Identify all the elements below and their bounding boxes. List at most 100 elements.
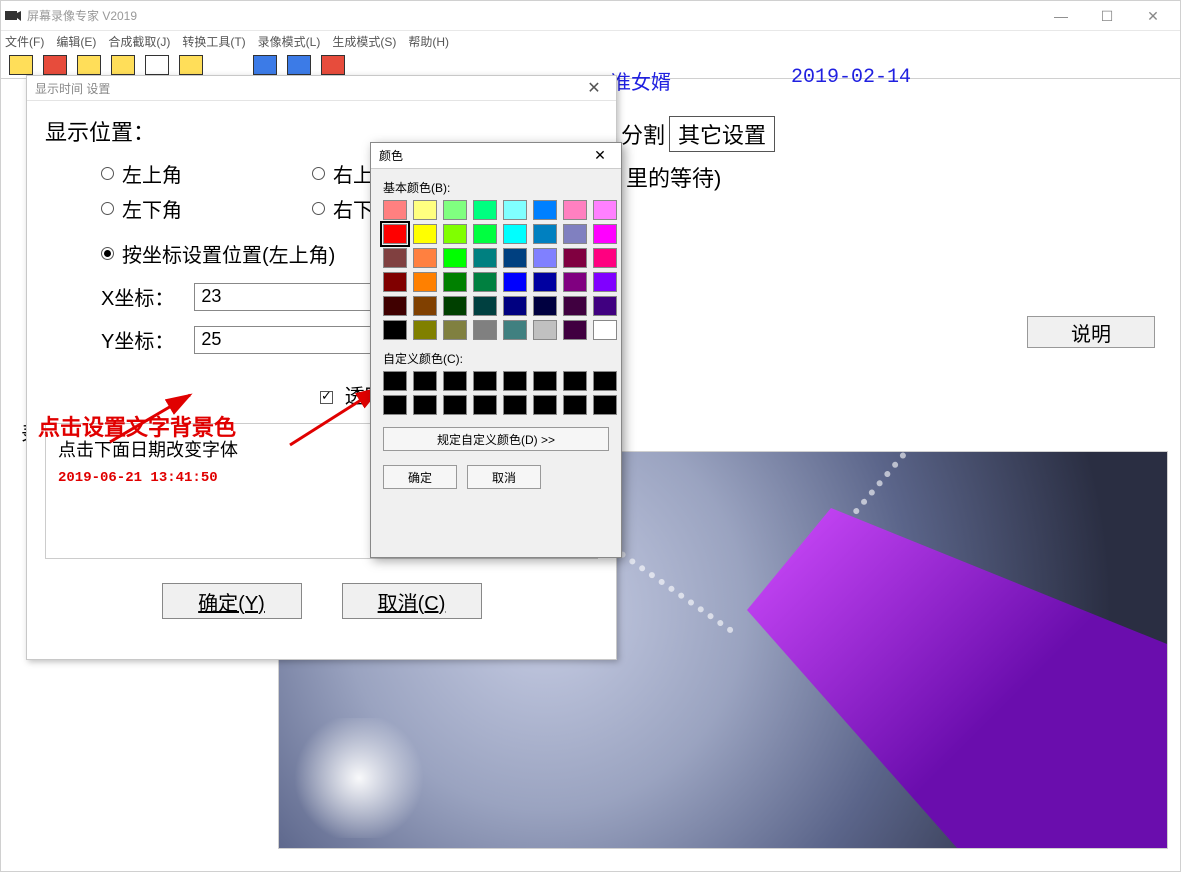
color-swatch[interactable]: [473, 200, 497, 220]
cancel-button[interactable]: 取消(C): [342, 583, 482, 619]
color-swatch[interactable]: [473, 224, 497, 244]
color-swatch[interactable]: [563, 296, 587, 316]
color-swatch[interactable]: [473, 272, 497, 292]
color-swatch[interactable]: [473, 320, 497, 340]
color-swatch[interactable]: [593, 248, 617, 268]
color-swatch[interactable]: [413, 224, 437, 244]
toolbar-icon-7[interactable]: [253, 55, 277, 75]
radio-bottom-right[interactable]: [312, 202, 325, 215]
custom-swatch[interactable]: [533, 371, 557, 391]
custom-swatch[interactable]: [443, 371, 467, 391]
color-swatch[interactable]: [503, 200, 527, 220]
custom-swatch[interactable]: [443, 395, 467, 415]
color-swatch[interactable]: [383, 248, 407, 268]
basic-color-grid: [383, 200, 621, 340]
tab-other-settings[interactable]: 其它设置: [669, 116, 775, 152]
color-swatch[interactable]: [413, 320, 437, 340]
close-icon[interactable]: ✕: [587, 147, 613, 164]
toolbar-icon-2[interactable]: [43, 55, 67, 75]
color-cancel-button[interactable]: 取消: [467, 465, 541, 489]
explain-button[interactable]: 说明: [1027, 316, 1155, 348]
color-swatch[interactable]: [503, 248, 527, 268]
menu-generate[interactable]: 生成模式(S): [332, 33, 396, 50]
color-swatch[interactable]: [533, 200, 557, 220]
custom-swatch[interactable]: [383, 371, 407, 391]
x-label: X坐标：: [101, 282, 174, 311]
radio-top-right[interactable]: [312, 167, 325, 180]
custom-swatch[interactable]: [503, 395, 527, 415]
color-swatch[interactable]: [383, 200, 407, 220]
menu-convert[interactable]: 转换工具(T): [182, 33, 245, 50]
toolbar-icon-4[interactable]: [111, 55, 135, 75]
color-swatch[interactable]: [533, 320, 557, 340]
color-swatch[interactable]: [533, 248, 557, 268]
custom-swatch[interactable]: [473, 395, 497, 415]
close-icon[interactable]: ✕: [580, 78, 608, 98]
color-swatch[interactable]: [413, 272, 437, 292]
color-swatch[interactable]: [443, 296, 467, 316]
color-swatch[interactable]: [503, 320, 527, 340]
color-swatch[interactable]: [443, 200, 467, 220]
color-swatch[interactable]: [413, 200, 437, 220]
toolbar-icon-1[interactable]: [9, 55, 33, 75]
toolbar-icon-3[interactable]: [77, 55, 101, 75]
menu-record[interactable]: 录像模式(L): [258, 33, 321, 50]
color-swatch[interactable]: [593, 200, 617, 220]
radio-by-coord[interactable]: [101, 247, 114, 260]
color-swatch[interactable]: [443, 320, 467, 340]
color-swatch[interactable]: [533, 272, 557, 292]
color-swatch[interactable]: [503, 224, 527, 244]
toolbar-icon-8[interactable]: [287, 55, 311, 75]
close-button[interactable]: ✕: [1130, 1, 1176, 31]
toolbar-icon-6[interactable]: [179, 55, 203, 75]
color-swatch[interactable]: [593, 272, 617, 292]
custom-swatch[interactable]: [593, 371, 617, 391]
color-swatch[interactable]: [563, 200, 587, 220]
radio-bottom-left[interactable]: [101, 202, 114, 215]
color-swatch[interactable]: [563, 224, 587, 244]
define-custom-button[interactable]: 规定自定义颜色(D) >>: [383, 427, 609, 451]
custom-swatch[interactable]: [593, 395, 617, 415]
color-swatch[interactable]: [383, 272, 407, 292]
color-swatch[interactable]: [563, 248, 587, 268]
maximize-button[interactable]: ☐: [1084, 1, 1130, 31]
ok-button[interactable]: 确定(Y): [162, 583, 302, 619]
radio-top-left[interactable]: [101, 167, 114, 180]
color-swatch[interactable]: [563, 320, 587, 340]
color-swatch[interactable]: [383, 320, 407, 340]
color-swatch[interactable]: [383, 296, 407, 316]
color-swatch[interactable]: [593, 224, 617, 244]
custom-swatch[interactable]: [563, 395, 587, 415]
color-swatch[interactable]: [443, 248, 467, 268]
color-swatch[interactable]: [593, 320, 617, 340]
color-swatch[interactable]: [413, 296, 437, 316]
toolbar-icon-9[interactable]: [321, 55, 345, 75]
custom-swatch[interactable]: [413, 395, 437, 415]
menu-edit[interactable]: 编辑(E): [56, 33, 96, 50]
color-ok-button[interactable]: 确定: [383, 465, 457, 489]
menu-compose[interactable]: 合成截取(J): [108, 33, 170, 50]
color-swatch[interactable]: [593, 296, 617, 316]
color-swatch[interactable]: [533, 296, 557, 316]
color-swatch[interactable]: [533, 224, 557, 244]
color-swatch[interactable]: [383, 224, 407, 244]
custom-swatch[interactable]: [473, 371, 497, 391]
minimize-button[interactable]: —: [1038, 1, 1084, 31]
custom-swatch[interactable]: [503, 371, 527, 391]
custom-swatch[interactable]: [563, 371, 587, 391]
color-swatch[interactable]: [413, 248, 437, 268]
toolbar-icon-5[interactable]: [145, 55, 169, 75]
tab-split[interactable]: 分割: [621, 118, 665, 150]
color-swatch[interactable]: [443, 224, 467, 244]
custom-swatch[interactable]: [413, 371, 437, 391]
custom-swatch[interactable]: [383, 395, 407, 415]
color-swatch[interactable]: [503, 296, 527, 316]
menu-file[interactable]: 文件(F): [5, 33, 44, 50]
custom-swatch[interactable]: [533, 395, 557, 415]
color-swatch[interactable]: [473, 248, 497, 268]
color-swatch[interactable]: [563, 272, 587, 292]
menu-help[interactable]: 帮助(H): [408, 33, 449, 50]
color-swatch[interactable]: [473, 296, 497, 316]
color-swatch[interactable]: [443, 272, 467, 292]
color-swatch[interactable]: [503, 272, 527, 292]
